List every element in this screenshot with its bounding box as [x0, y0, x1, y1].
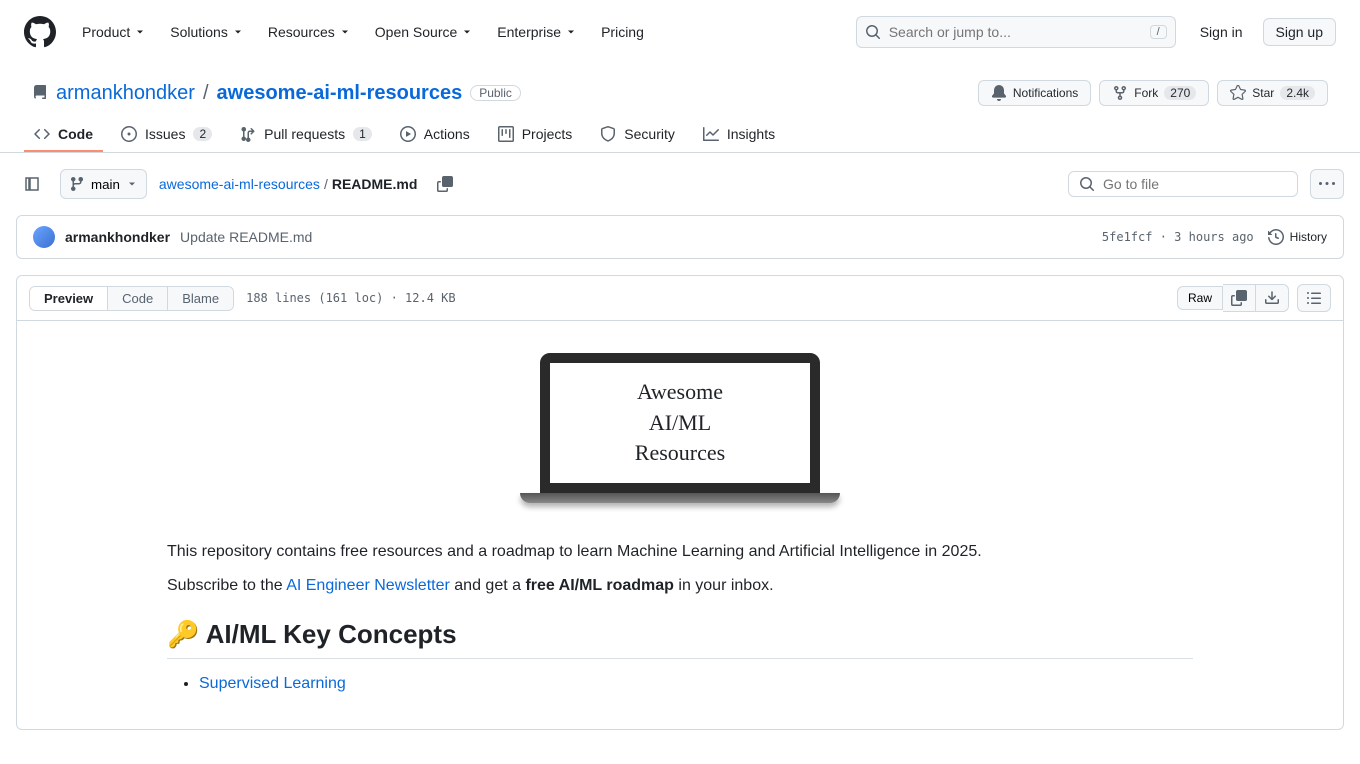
bell-icon: [991, 85, 1007, 101]
breadcrumb-slash: /: [203, 82, 209, 105]
copy-path-button[interactable]: [429, 170, 461, 198]
tab-projects[interactable]: Projects: [488, 118, 583, 152]
project-icon: [498, 126, 514, 142]
readme-content: Awesome AI/ML Resources This repository …: [17, 321, 1343, 729]
sign-in-link[interactable]: Sign in: [1192, 18, 1251, 46]
tab-insights[interactable]: Insights: [693, 118, 785, 152]
star-icon: [1230, 85, 1246, 101]
download-button[interactable]: [1256, 284, 1289, 312]
github-logo[interactable]: [24, 16, 56, 48]
owner-link[interactable]: armankhondker: [56, 82, 195, 105]
code-icon: [34, 126, 50, 142]
fork-count: 270: [1164, 86, 1196, 100]
subscribe-paragraph: Subscribe to the AI Engineer Newsletter …: [167, 577, 1193, 595]
hero-image: Awesome AI/ML Resources: [540, 353, 820, 503]
tab-blame[interactable]: Blame: [167, 287, 233, 310]
tab-code[interactable]: Code: [24, 118, 103, 152]
issue-icon: [121, 126, 137, 142]
nav-enterprise[interactable]: Enterprise: [487, 18, 587, 46]
sign-up-button[interactable]: Sign up: [1263, 18, 1336, 46]
chevron-down-icon: [126, 178, 138, 190]
tab-actions[interactable]: Actions: [390, 118, 480, 152]
more-options-button[interactable]: [1310, 169, 1344, 199]
sidebar-collapse-icon: [24, 176, 40, 192]
shield-icon: [600, 126, 616, 142]
search-input[interactable]: [889, 24, 1142, 40]
kebab-icon: [1319, 176, 1335, 192]
branch-icon: [69, 176, 85, 192]
goto-file-input[interactable]: [1103, 176, 1287, 192]
tab-preview[interactable]: Preview: [30, 287, 107, 310]
key-concepts-heading: 🔑 AI/ML Key Concepts: [167, 619, 1193, 659]
pr-count: 1: [353, 127, 372, 141]
file-stats: 188 lines (161 loc) · 12.4 KB: [246, 291, 456, 305]
repo-link[interactable]: awesome-ai-ml-resources: [217, 82, 463, 105]
repo-nav: Code Issues 2 Pull requests 1 Actions Pr…: [0, 118, 1360, 153]
download-icon: [1264, 290, 1280, 306]
tab-security[interactable]: Security: [590, 118, 685, 152]
nav-resources[interactable]: Resources: [258, 18, 361, 46]
issues-count: 2: [193, 127, 212, 141]
nav-open-source[interactable]: Open Source: [365, 18, 484, 46]
repo-icon: [32, 85, 48, 101]
breadcrumb-root-link[interactable]: awesome-ai-ml-resources: [159, 176, 320, 192]
tab-issues[interactable]: Issues 2: [111, 118, 222, 152]
search-icon: [1079, 176, 1095, 192]
search-kbd: /: [1150, 25, 1167, 39]
fork-button[interactable]: Fork 270: [1099, 80, 1209, 106]
history-link[interactable]: History: [1268, 229, 1327, 245]
list-icon: [1306, 290, 1322, 306]
breadcrumb-current: README.md: [332, 176, 418, 192]
copy-raw-button[interactable]: [1223, 284, 1256, 312]
star-count: 2.4k: [1280, 86, 1315, 100]
star-button[interactable]: Star 2.4k: [1217, 80, 1328, 106]
copy-icon: [1231, 290, 1247, 306]
notifications-button[interactable]: Notifications: [978, 80, 1091, 106]
view-mode-tabs: Preview Code Blame: [29, 286, 234, 311]
play-icon: [400, 126, 416, 142]
search-icon: [865, 24, 881, 40]
commit-message-link[interactable]: Update README.md: [180, 229, 312, 245]
copy-icon: [437, 176, 453, 192]
nav-product[interactable]: Product: [72, 18, 156, 46]
author-link[interactable]: armankhondker: [65, 229, 170, 245]
goto-file-box[interactable]: [1068, 171, 1298, 197]
nav-pricing[interactable]: Pricing: [591, 18, 654, 46]
newsletter-link[interactable]: AI Engineer Newsletter: [286, 577, 450, 594]
visibility-badge: Public: [470, 85, 521, 101]
outline-button[interactable]: [1297, 284, 1331, 312]
raw-button[interactable]: Raw: [1177, 286, 1223, 310]
branch-select-button[interactable]: main: [60, 169, 147, 199]
commit-time: 3 hours ago: [1174, 230, 1253, 244]
concept-link[interactable]: Supervised Learning: [199, 675, 346, 692]
graph-icon: [703, 126, 719, 142]
fork-icon: [1112, 85, 1128, 101]
primary-nav: Product Solutions Resources Open Source …: [72, 18, 840, 46]
tab-pull-requests[interactable]: Pull requests 1: [230, 118, 382, 152]
collapse-tree-button[interactable]: [16, 170, 48, 198]
author-avatar[interactable]: [33, 226, 55, 248]
history-icon: [1268, 229, 1284, 245]
breadcrumb: awesome-ai-ml-resources / README.md: [159, 176, 418, 192]
latest-commit: armankhondker Update README.md 5fe1fcf ·…: [16, 215, 1344, 259]
tab-code-view[interactable]: Code: [107, 287, 167, 310]
list-item: Supervised Learning: [199, 675, 1193, 693]
nav-solutions[interactable]: Solutions: [160, 18, 254, 46]
intro-paragraph: This repository contains free resources …: [167, 543, 1193, 561]
search-box[interactable]: /: [856, 16, 1176, 48]
pr-icon: [240, 126, 256, 142]
commit-sha-link[interactable]: 5fe1fcf: [1102, 230, 1153, 244]
